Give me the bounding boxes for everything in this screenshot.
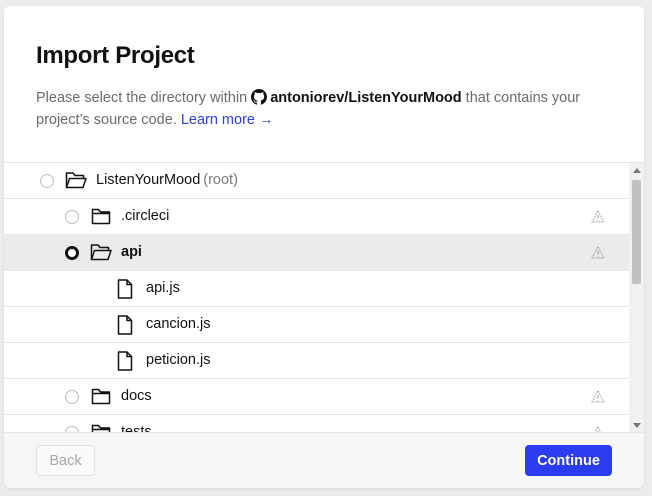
- tree-row-circleci[interactable]: .circleci: [4, 199, 629, 235]
- description-prefix: Please select the directory within: [36, 90, 248, 106]
- repository-label: antoniorev/ListenYourMood: [270, 90, 462, 106]
- learn-more-link[interactable]: Learn more →: [181, 112, 274, 128]
- radio-docs[interactable]: [65, 390, 79, 404]
- scroll-up-arrow-icon[interactable]: [633, 168, 641, 173]
- tree-label-tests: tests: [121, 424, 152, 432]
- tree-label-peticion-js: peticion.js: [146, 352, 211, 368]
- github-icon: [251, 89, 268, 105]
- dialog-title: Import Project: [36, 42, 195, 69]
- dialog-description: Please select the directory within anton…: [36, 87, 616, 131]
- directory-tree: ListenYourMood (root) .circleci api api.…: [4, 162, 644, 432]
- folder-icon: [91, 424, 111, 432]
- tree-row-cancion-js: cancion.js: [4, 307, 629, 343]
- folder-icon: [91, 388, 111, 405]
- tree-row-tests[interactable]: tests: [4, 415, 629, 432]
- tree-row-root[interactable]: ListenYourMood (root): [4, 163, 629, 199]
- radio-api[interactable]: [65, 246, 79, 260]
- scroll-down-arrow-icon[interactable]: [633, 423, 641, 428]
- warning-icon: [591, 390, 605, 403]
- tree-scrollbar[interactable]: [629, 163, 644, 432]
- file-icon: [117, 279, 133, 299]
- tree-label-api-js: api.js: [146, 280, 180, 296]
- dialog-footer: Back Continue: [4, 432, 644, 488]
- root-suffix: (root): [203, 172, 238, 188]
- folder-open-icon: [90, 244, 112, 261]
- file-icon: [117, 351, 133, 371]
- continue-button[interactable]: Continue: [525, 445, 612, 476]
- folder-icon: [91, 208, 111, 225]
- tree-row-api-js: api.js: [4, 271, 629, 307]
- back-button[interactable]: Back: [36, 445, 95, 476]
- import-project-dialog: Import Project Please select the directo…: [4, 6, 644, 488]
- radio-root[interactable]: [40, 174, 54, 188]
- tree-row-docs[interactable]: docs: [4, 379, 629, 415]
- tree-row-peticion-js: peticion.js: [4, 343, 629, 379]
- scrollbar-thumb[interactable]: [632, 180, 641, 284]
- tree-label-circleci: .circleci: [121, 208, 170, 224]
- tree-row-api[interactable]: api: [4, 235, 629, 271]
- tree-label-docs: docs: [121, 388, 152, 404]
- file-icon: [117, 315, 133, 335]
- warning-icon: [591, 210, 605, 223]
- tree-label-api: api: [121, 244, 142, 260]
- radio-circleci[interactable]: [65, 210, 79, 224]
- root-name: ListenYourMood: [96, 172, 201, 188]
- warning-icon: [591, 246, 605, 259]
- tree-label-root: ListenYourMood (root): [96, 172, 238, 188]
- tree-label-cancion-js: cancion.js: [146, 316, 211, 332]
- folder-open-icon: [65, 172, 87, 189]
- repository-name: antoniorev/ListenYourMood: [251, 89, 462, 106]
